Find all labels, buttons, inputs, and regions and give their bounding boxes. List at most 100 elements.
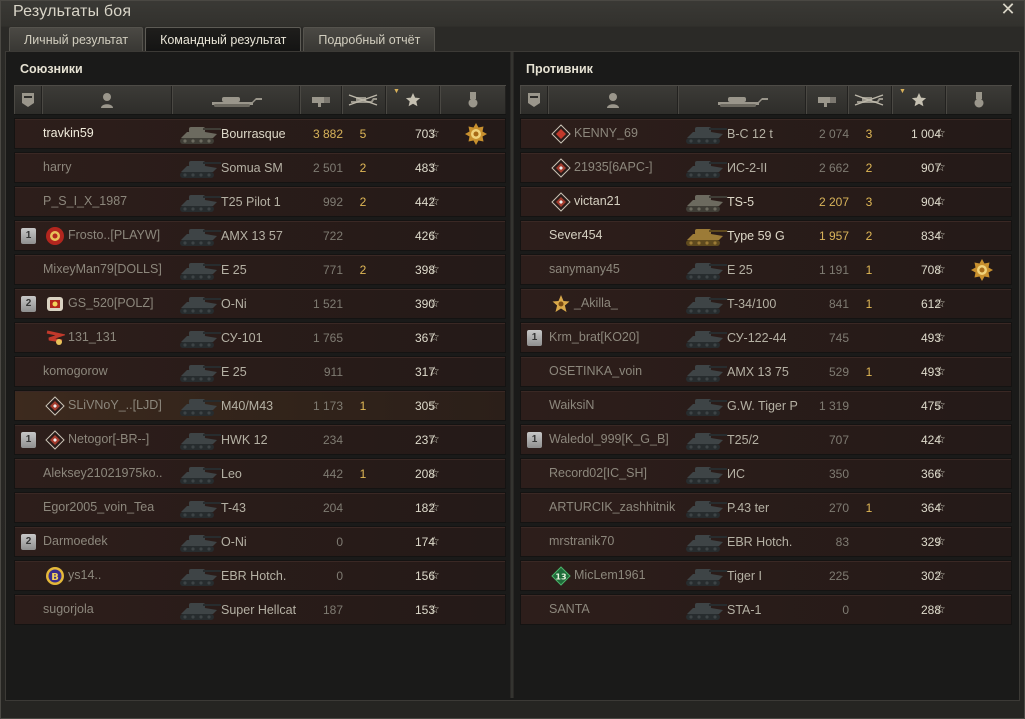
player-row[interactable]: SLiVNoY_..[LJD] M40/M43 1 173 1 305 ☆: [14, 390, 506, 421]
close-icon[interactable]: ✕: [1000, 0, 1016, 18]
player-name[interactable]: Netogor[-BR--]: [68, 432, 149, 446]
column-header-player[interactable]: [548, 86, 678, 114]
player-row[interactable]: 131_131 СУ-101 1 765 367 ☆: [14, 322, 506, 353]
player-row[interactable]: P_S_I_X_1987 T25 Pilot 1 992 2 442 ☆: [14, 186, 506, 217]
player-row[interactable]: victan21 TS-5 2 207 3 904 ☆: [520, 186, 1012, 217]
player-name[interactable]: sugorjola: [43, 602, 94, 616]
gold-medal-icon[interactable]: [971, 259, 993, 281]
column-header-frags[interactable]: [342, 86, 386, 114]
player-row[interactable]: 2 Darmoedek O-Ni 0 174 ☆: [14, 526, 506, 557]
player-name[interactable]: MixeyMan79[DOLLS]: [43, 262, 162, 276]
red-diamond-icon: [551, 124, 571, 144]
enemies-title: Противник: [526, 62, 593, 76]
column-header-squad[interactable]: [520, 86, 548, 114]
player-row[interactable]: Record02[IC_SH] ИС 350 366 ☆: [520, 458, 1012, 489]
player-name[interactable]: Waledol_999[K_G_B]: [549, 432, 669, 446]
player-name[interactable]: travkin59: [43, 126, 94, 140]
player-row[interactable]: komogorow E 25 911 317 ☆: [14, 356, 506, 387]
player-row[interactable]: Egor2005_voin_Tea T-43 204 182 ☆: [14, 492, 506, 523]
column-header-star[interactable]: ▼: [892, 86, 946, 114]
player-name[interactable]: 21935[6APC-]: [574, 160, 653, 174]
player-row[interactable]: KENNY_69 B-C 12 t2 074 3 1 004 ☆: [520, 118, 1012, 149]
player-name[interactable]: KENNY_69: [574, 126, 638, 140]
tank-icon: [681, 154, 729, 182]
frags-icon: [348, 94, 378, 106]
player-name[interactable]: mrstranik70: [549, 534, 614, 548]
column-header-damage[interactable]: [300, 86, 342, 114]
window-title: Результаты боя: [13, 3, 132, 20]
player-name[interactable]: harry: [43, 160, 71, 174]
damage-value: 0: [336, 569, 343, 583]
column-header-squad[interactable]: [14, 86, 42, 114]
column-header-player[interactable]: [42, 86, 172, 114]
vehicle-name: T-34/100: [727, 297, 777, 311]
player-name[interactable]: OSETINKA_voin: [549, 364, 642, 378]
squad-number-badge: 1: [527, 330, 542, 346]
column-header-damage[interactable]: [806, 86, 848, 114]
tank-icon: [718, 97, 768, 107]
player-row[interactable]: 1 Krm_brat[KO20] СУ-122-44 745 493 ☆: [520, 322, 1012, 353]
player-row[interactable]: 1 Waledol_999[K_G_B] T25/2 707 424 ☆: [520, 424, 1012, 455]
star-icon: ☆: [935, 466, 946, 480]
player-row[interactable]: harry Somua SM 2 501 2 483 ☆: [14, 152, 506, 183]
column-header-medal[interactable]: [946, 86, 1012, 114]
player-name[interactable]: Aleksey21021975ko..: [43, 466, 163, 480]
player-name[interactable]: Frosto..[PLAYW]: [68, 228, 160, 242]
player-row[interactable]: Aleksey21021975ko.. Leo 442 1 208 ☆: [14, 458, 506, 489]
tab-personal[interactable]: Личный результат: [9, 27, 144, 51]
gold-medal-icon[interactable]: [465, 123, 487, 145]
player-name[interactable]: sanymany45: [549, 262, 620, 276]
column-header-frags[interactable]: [848, 86, 892, 114]
player-row[interactable]: MixeyMan79[DOLLS] E 25 771 2 398 ☆: [14, 254, 506, 285]
player-row[interactable]: mrstranik70 EBR Hotch. 83 329 ☆: [520, 526, 1012, 557]
column-header-medal[interactable]: [440, 86, 506, 114]
star-icon: ☆: [429, 296, 440, 310]
player-name[interactable]: Record02[IC_SH]: [549, 466, 647, 480]
player-row[interactable]: SANTA STA-1 0 288 ☆: [520, 594, 1012, 625]
enemies-header: ▼: [520, 85, 1012, 115]
player-row[interactable]: Bys14.. EBR Hotch. 0 156 ☆: [14, 560, 506, 591]
tank-icon: [681, 494, 729, 522]
column-header-tank[interactable]: [172, 86, 300, 114]
vehicle-name: ИС: [727, 467, 746, 481]
battle-results-window: Результаты боя ✕ Личный результат Командн…: [0, 0, 1025, 719]
column-header-tank[interactable]: [678, 86, 806, 114]
player-name[interactable]: ARTURCIK_zashhitnik: [549, 500, 675, 514]
player-name[interactable]: MicLem1961: [574, 568, 646, 582]
player-row[interactable]: Sever454 Type 59 G1 957 2 834 ☆: [520, 220, 1012, 251]
player-name[interactable]: P_S_I_X_1987: [43, 194, 127, 208]
player-row[interactable]: 1 Frosto..[PLAYW] AMX 13 57 722 426 ☆: [14, 220, 506, 251]
player-name[interactable]: SLiVNoY_..[LJD]: [68, 398, 162, 412]
player-name[interactable]: GS_520[POLZ]: [68, 296, 153, 310]
column-header-star[interactable]: ▼: [386, 86, 440, 114]
allies-panel: Союзники ▼ travkin59 Bourrasque 3 882 5 703 ☆…: [10, 52, 510, 698]
player-row[interactable]: ARTURCIK_zashhitnik P.43 ter 270 1 364 ☆: [520, 492, 1012, 523]
player-name[interactable]: Egor2005_voin_Tea: [43, 500, 154, 514]
star-icon: ☆: [935, 228, 946, 242]
player-row[interactable]: OSETINKA_voin AMX 13 75 529 1 493 ☆: [520, 356, 1012, 387]
player-name[interactable]: SANTA: [549, 602, 590, 616]
player-row[interactable]: 13 MicLem1961 Tiger I 225 302 ☆: [520, 560, 1012, 591]
player-row[interactable]: WaiksiN G.W. Tiger P1 319 475 ☆: [520, 390, 1012, 421]
tab-team[interactable]: Командный результат: [145, 27, 302, 51]
player-row[interactable]: 1 Netogor[-BR--] HWK 12 234 237 ☆: [14, 424, 506, 455]
player-name[interactable]: _Akilla_: [574, 296, 618, 310]
vehicle-name: HWK 12: [221, 433, 268, 447]
player-row[interactable]: travkin59 Bourrasque 3 882 5 703 ☆: [14, 118, 506, 149]
player-row[interactable]: sanymany45 E 25 1 191 1 708 ☆: [520, 254, 1012, 285]
player-row[interactable]: 21935[6APC-] ИС-2-II 2 662 2 907 ☆: [520, 152, 1012, 183]
tab-detailed[interactable]: Подробный отчёт: [303, 27, 436, 51]
player-name[interactable]: Krm_brat[KO20]: [549, 330, 639, 344]
player-name[interactable]: 131_131: [68, 330, 117, 344]
player-row[interactable]: 2 GS_520[POLZ] O-Ni 1 521 390 ☆: [14, 288, 506, 319]
player-name[interactable]: komogorow: [43, 364, 108, 378]
player-name[interactable]: ys14..: [68, 568, 101, 582]
player-row[interactable]: sugorjola Super Hellcat 187 153 ☆: [14, 594, 506, 625]
star-icon: ☆: [935, 126, 946, 140]
player-name[interactable]: Darmoedek: [43, 534, 108, 548]
player-row[interactable]: _Akilla_ T-34/100 841 1 612 ☆: [520, 288, 1012, 319]
player-name[interactable]: WaiksiN: [549, 398, 594, 412]
player-name[interactable]: Sever454: [549, 228, 603, 242]
player-name[interactable]: victan21: [574, 194, 621, 208]
diamond-clan-icon: [551, 192, 571, 212]
